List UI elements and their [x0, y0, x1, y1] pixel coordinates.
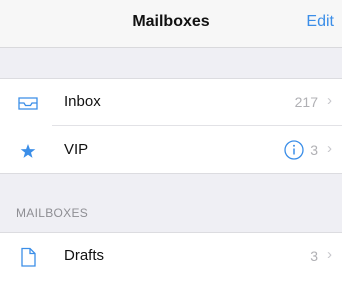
draft-count: 3	[310, 248, 318, 264]
section-header: MAILBOXES	[16, 206, 89, 220]
star-icon	[16, 139, 40, 163]
unread-count: 3	[310, 142, 318, 158]
page-title: Mailboxes	[132, 13, 210, 30]
mailbox-row-inbox[interactable]: Inbox 217 ›	[0, 79, 342, 126]
unread-count: 217	[294, 94, 318, 110]
mailbox-label: VIP	[64, 141, 89, 158]
mailbox-label: Drafts	[64, 247, 105, 264]
mailbox-group-top: Inbox 217 › VIP 3 ›	[0, 78, 342, 174]
navigation-bar: Mailboxes Edit	[0, 0, 342, 48]
mailbox-group-section: Drafts 3 ›	[0, 232, 342, 281]
chevron-right-icon: ›	[327, 140, 332, 157]
row-divider	[52, 125, 342, 126]
document-icon	[16, 245, 40, 269]
chevron-right-icon: ›	[327, 246, 332, 263]
chevron-right-icon: ›	[327, 92, 332, 109]
info-icon[interactable]	[282, 138, 306, 162]
mailbox-row-drafts[interactable]: Drafts 3 ›	[0, 233, 342, 280]
inbox-tray-icon	[16, 91, 40, 115]
edit-button[interactable]: Edit	[306, 13, 334, 31]
mailbox-row-vip[interactable]: VIP 3 ›	[0, 127, 342, 174]
mailbox-label: Inbox	[64, 93, 101, 110]
